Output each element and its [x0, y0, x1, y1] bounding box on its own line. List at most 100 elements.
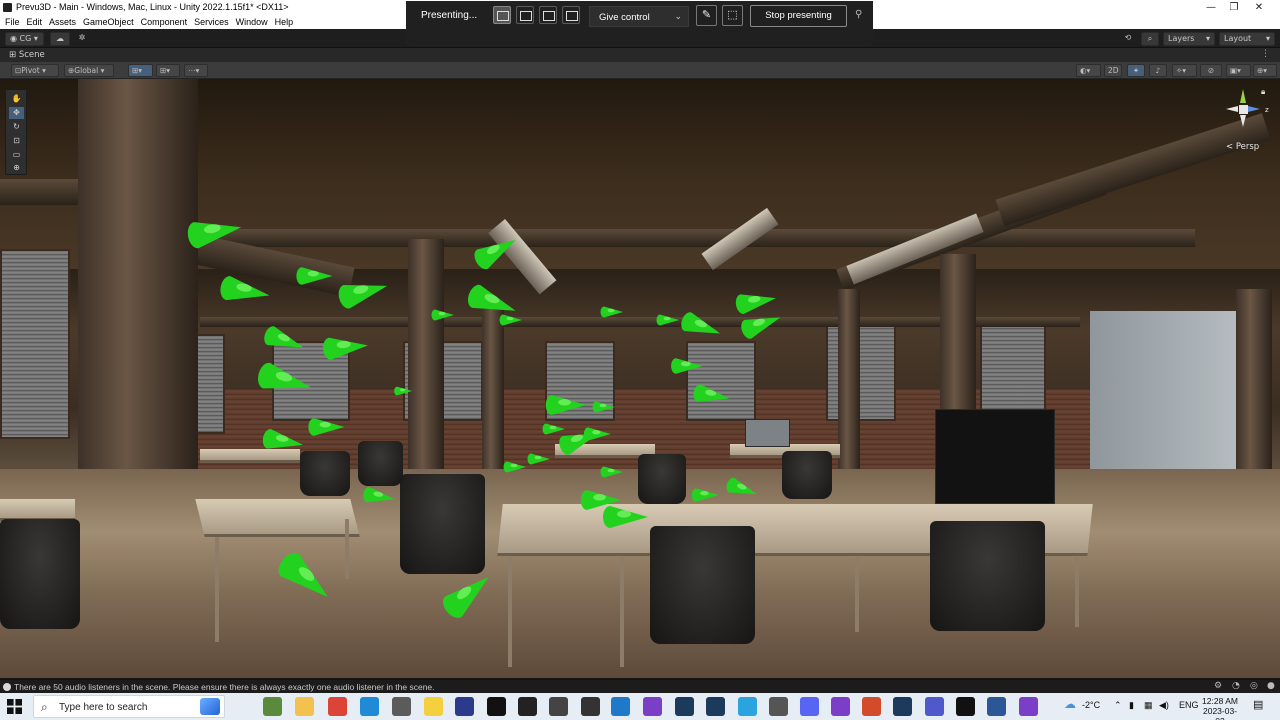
gizmos-dropdown[interactable]: ⊕▾ [1253, 64, 1277, 77]
scale-tool-icon[interactable]: ⊡ [9, 135, 24, 147]
app-icon[interactable] [455, 697, 474, 716]
unity-icon[interactable] [518, 697, 537, 716]
progress-icon[interactable]: ◔ [1232, 681, 1240, 691]
debug-icon[interactable]: ⚙ [1214, 681, 1222, 691]
steam-icon[interactable] [893, 697, 912, 716]
notification-center-icon[interactable]: ▤ [1253, 698, 1263, 711]
present-window-icon[interactable] [516, 6, 534, 24]
pin-icon[interactable]: ⚲ [855, 9, 862, 20]
chevron-up-icon[interactable]: ⌃ [1114, 700, 1122, 711]
taskbar-search-input[interactable]: ⌕ Type here to search [33, 695, 225, 718]
app-icon[interactable] [769, 697, 788, 716]
chrome-dev-icon[interactable] [263, 697, 282, 716]
move-tool-icon[interactable]: ✥ [9, 107, 24, 119]
console-status-bar[interactable]: There are 50 audio listeners in the scen… [0, 679, 1280, 693]
audio-listener-cone [583, 427, 611, 441]
visual-studio-icon[interactable] [1019, 697, 1038, 716]
2d-toggle[interactable]: 2D [1104, 64, 1122, 77]
laser-pointer-icon[interactable]: ⬚ [722, 5, 743, 26]
menu-file[interactable]: File [5, 15, 20, 29]
grid-snap-toggle[interactable]: ⊞▾ [128, 64, 153, 77]
menu-gameobject[interactable]: GameObject [83, 15, 134, 29]
obs-icon[interactable] [956, 697, 975, 716]
scene-grid-icon: ⊞ [9, 50, 19, 60]
audio-listener-cone [474, 240, 516, 270]
draw-mode-dropdown[interactable]: ◐▾ [1076, 64, 1101, 77]
file-explorer-icon[interactable] [295, 697, 314, 716]
scene-viewport[interactable]: ✋ ✥ ↻ ⊡ ▭ ⊕ z < Persp 🔒︎ [0, 79, 1280, 678]
present-overlay-icon[interactable] [562, 6, 580, 24]
steam-icon[interactable] [675, 697, 694, 716]
visibility-icon[interactable]: ⊘ [1200, 64, 1222, 77]
battery-icon[interactable]: ▮ [1129, 700, 1134, 711]
teams-icon[interactable] [925, 697, 944, 716]
snap-increment-dropdown[interactable]: ⊞▾ [156, 64, 180, 77]
collab-icon[interactable]: ✲ [74, 32, 90, 46]
menu-services[interactable]: Services [194, 15, 229, 29]
more-options-icon[interactable]: ⋮ [1261, 49, 1270, 59]
transform-tool-icon[interactable]: ⊕ [9, 162, 24, 174]
global-dropdown[interactable]: ⊕Global ▾ [64, 64, 114, 77]
window-title: Prevu3D - Main - Windows, Mac, Linux - U… [16, 2, 289, 12]
notification-icon[interactable]: ● [1267, 681, 1275, 691]
menu-component[interactable]: Component [141, 15, 188, 29]
steam-icon[interactable] [706, 697, 725, 716]
menu-edit[interactable]: Edit [27, 15, 43, 29]
present-fullscreen-icon[interactable] [493, 6, 511, 24]
volume-icon[interactable]: ◀) [1159, 700, 1169, 711]
network-icon[interactable]: ▦ [1144, 700, 1153, 711]
tab-scene[interactable]: ⊞ Scene [3, 48, 51, 62]
history-icon[interactable]: ⟲ [1120, 32, 1136, 46]
telegram-icon[interactable] [738, 697, 757, 716]
word-icon[interactable] [987, 697, 1006, 716]
weather-cloud-icon[interactable]: ☁ [1064, 697, 1076, 711]
language-indicator[interactable]: ENG [1179, 700, 1199, 710]
clock[interactable]: 12:28 AM 2023-03-02 [1200, 696, 1240, 720]
unreal-icon[interactable] [487, 697, 506, 716]
app-icon[interactable] [862, 697, 881, 716]
audio-listener-cone [308, 418, 345, 436]
cloud-icon[interactable]: ☁ [50, 32, 70, 46]
audio-listener-cone [338, 285, 388, 309]
persp-label[interactable]: < Persp [1226, 142, 1259, 152]
menu-window[interactable]: Window [236, 15, 268, 29]
task-view-icon[interactable] [229, 697, 248, 716]
hand-tool-icon[interactable]: ✋ [9, 93, 24, 105]
effects-dropdown[interactable]: ✧▾ [1172, 64, 1197, 77]
github-icon[interactable] [831, 697, 850, 716]
settings-icon[interactable]: ◎ [1250, 681, 1258, 691]
vscode-icon[interactable] [611, 697, 630, 716]
unity-hub-icon[interactable] [549, 697, 568, 716]
chevron-down-icon: ▾ [1205, 34, 1210, 43]
stop-presenting-button[interactable]: Stop presenting [750, 5, 847, 27]
give-control-dropdown[interactable]: Give control ⌄ [589, 6, 689, 27]
pivot-dropdown[interactable]: ⊡Pivot ▾ [11, 64, 59, 77]
close-button[interactable]: ✕ [1236, 0, 1280, 15]
edge-icon[interactable] [360, 697, 379, 716]
lighting-toggle-icon[interactable]: ✦ [1127, 64, 1145, 77]
account-dropdown[interactable]: ◉ CG ▾ [5, 32, 44, 46]
discord-icon[interactable] [800, 697, 819, 716]
weather-temp[interactable]: -2°C [1082, 700, 1100, 710]
audio-listener-cone [527, 453, 550, 465]
layers-dropdown[interactable]: Layers ▾ [1163, 32, 1215, 46]
rect-tool-icon[interactable]: ▭ [9, 149, 24, 161]
lock-icon[interactable]: 🔒︎ [1261, 87, 1265, 97]
windows-start-icon[interactable] [7, 699, 22, 714]
search-icon[interactable]: ⌕ [1141, 32, 1159, 46]
menu-help[interactable]: Help [275, 15, 294, 29]
chrome-icon[interactable] [328, 697, 347, 716]
snap-settings-dropdown[interactable]: ⋯▾ [184, 64, 208, 77]
app-arrow-icon[interactable] [581, 697, 600, 716]
annotate-pen-icon[interactable]: ✎ [696, 5, 717, 26]
rotate-tool-icon[interactable]: ↻ [9, 121, 24, 133]
audio-toggle-icon[interactable]: ♪ [1149, 64, 1167, 77]
layout-dropdown[interactable]: Layout ▾ [1219, 32, 1275, 46]
present-region-icon[interactable] [539, 6, 557, 24]
onenote-icon[interactable] [424, 697, 443, 716]
visual-studio-icon[interactable] [643, 697, 662, 716]
windows-taskbar: ⌕ Type here to search ☁ -2°C ⌃ ▮ ▦ ◀) EN… [0, 693, 1280, 720]
camera-dropdown[interactable]: ▣▾ [1226, 64, 1251, 77]
menu-assets[interactable]: Assets [49, 15, 76, 29]
terminal-icon[interactable] [392, 697, 411, 716]
